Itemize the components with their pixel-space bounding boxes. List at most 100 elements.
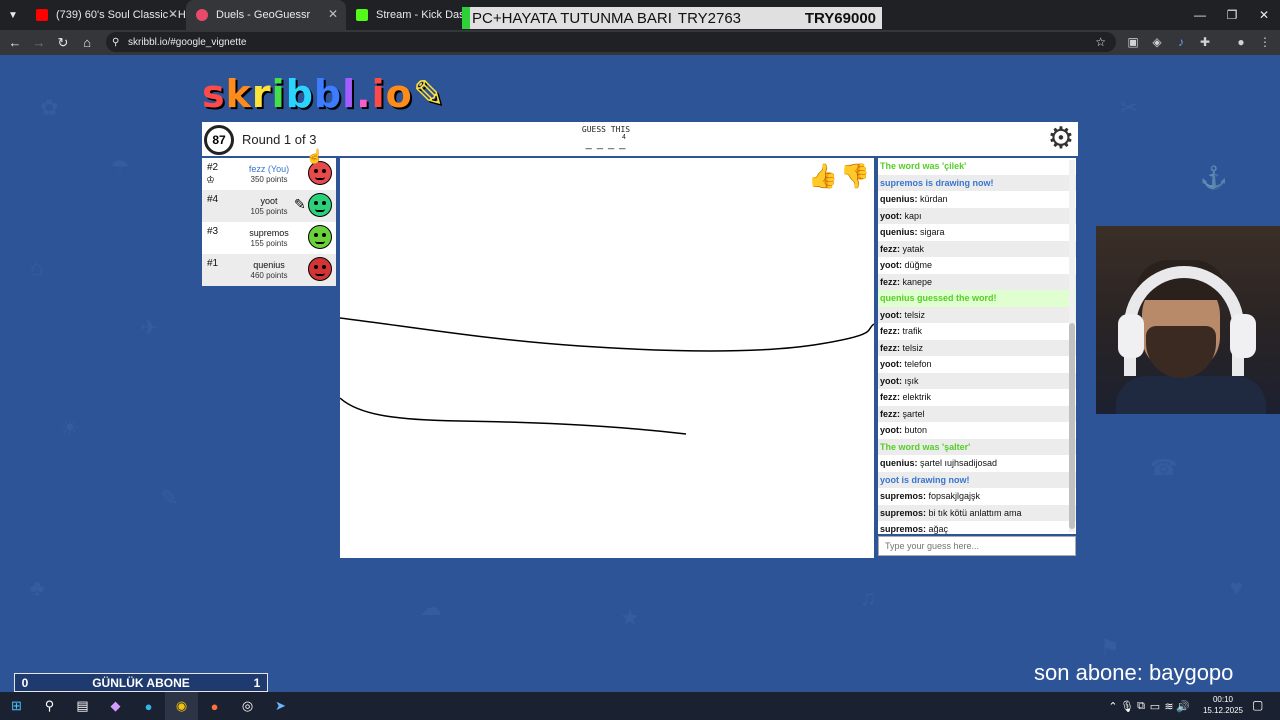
home-icon[interactable]: ⌂	[75, 30, 99, 55]
back-icon[interactable]: ←	[3, 30, 27, 55]
chat-username: quenius:	[880, 194, 918, 204]
chat-text: sigara	[917, 227, 945, 237]
clock-date: 15.12.2025	[1202, 706, 1244, 715]
drawing-canvas[interactable]	[339, 158, 875, 558]
chat-text: şartel	[900, 408, 925, 419]
thumbs-up-icon[interactable]: 👍	[808, 162, 838, 190]
steam-icon[interactable]: ➤	[264, 692, 297, 720]
headphone-ear-right	[1230, 314, 1256, 358]
guess-input[interactable]	[878, 536, 1076, 556]
extension-icon[interactable]: ▣	[1124, 33, 1142, 51]
bookmark-star-icon[interactable]: ☆	[1095, 35, 1106, 49]
player-points: 155 points	[250, 239, 288, 248]
chat-message: yoot: buton	[878, 422, 1076, 439]
subs-left-count: 0	[21, 675, 29, 690]
settings-gear-icon[interactable]: ⚙	[1046, 124, 1076, 154]
chat-username: fezz:	[880, 392, 900, 402]
kick-icon	[356, 9, 368, 21]
player-rank: #1	[207, 258, 219, 269]
chat-username: fezz:	[880, 276, 900, 287]
speaker-icon[interactable]: 🔊	[1176, 700, 1190, 713]
thumbs-down-icon[interactable]: 👎	[840, 162, 870, 190]
youtube-icon	[36, 9, 48, 21]
chat-username: quenius:	[880, 227, 918, 237]
profile-icon[interactable]: ●	[1232, 33, 1250, 51]
chat-scroll-thumb[interactable]	[1069, 323, 1075, 529]
battery-icon[interactable]: ▭	[1148, 700, 1162, 713]
subs-label: GÜNLÜK ABONE	[92, 675, 190, 690]
doodle-icon: ✎	[160, 485, 179, 510]
address-text: skribbl.io/#google_vignette	[128, 36, 247, 48]
skribbl-logo: skribbl.io✎	[202, 72, 446, 116]
edge-icon[interactable]: ●	[132, 692, 165, 720]
chat-message: quenius guessed the word!	[878, 290, 1076, 307]
chat-username: yoot:	[880, 260, 902, 270]
chat-message: supremos: ağaç	[878, 521, 1076, 534]
doodle-icon: ★	[620, 605, 640, 630]
mic-icon[interactable]: 🎙	[1120, 700, 1134, 713]
taskbar-clock[interactable]: 00:10 15.12.2025	[1200, 694, 1246, 716]
obs-icon[interactable]: ◎	[231, 692, 264, 720]
player-name: quenius	[253, 260, 285, 270]
site-info-icon[interactable]: ⚲	[112, 37, 119, 48]
chat-text: kapı	[902, 210, 922, 221]
doodle-icon: ♣	[30, 575, 45, 600]
player-rank: #3	[207, 226, 219, 237]
chat-message: supremos is drawing now!	[878, 174, 1076, 191]
network-icon[interactable]: ⧉	[1134, 700, 1148, 713]
chat-scrollbar[interactable]	[1069, 160, 1075, 532]
chat-message: quenius: kürdan	[878, 191, 1076, 208]
minimize-icon[interactable]: —	[1184, 0, 1216, 30]
tab-youtube[interactable]: (739) 60's Soul Classic - Hold O ✕	[26, 0, 186, 30]
chrome-icon[interactable]: ◉	[165, 692, 198, 720]
doodle-icon: ☁	[420, 595, 442, 620]
restore-icon[interactable]: ❐	[1216, 0, 1248, 30]
tab-geoguessr[interactable]: Duels - GeoGuessr ✕	[186, 0, 346, 30]
doodle-icon: ⚑	[1100, 635, 1120, 660]
task-view-icon[interactable]: ▤	[66, 692, 99, 720]
tab-search-icon[interactable]: ▼	[0, 0, 26, 30]
chat-message: fezz: telsiz	[878, 339, 1076, 356]
wifi-icon[interactable]: ≋	[1162, 700, 1176, 713]
chat-username: yoot:	[880, 309, 902, 320]
mouse-cursor-icon: ☝	[306, 148, 324, 164]
close-window-icon[interactable]: ✕	[1248, 0, 1280, 30]
doodle-icon: ⌂	[30, 255, 44, 280]
chat-username: yoot:	[880, 375, 902, 386]
extensions-puzzle-icon[interactable]: ✚	[1196, 33, 1214, 51]
chat-username: supremos:	[880, 524, 927, 534]
chat-text: kanepe	[900, 276, 933, 287]
player-avatar	[308, 257, 332, 281]
forward-icon[interactable]: →	[27, 30, 51, 55]
player-avatar	[308, 225, 332, 249]
reload-icon[interactable]: ↻	[51, 30, 75, 55]
menu-icon[interactable]: ⋮	[1256, 33, 1274, 51]
notification-icon[interactable]: ▢	[1252, 698, 1263, 712]
chat-text: yatak	[900, 243, 925, 254]
doodle-icon: ☀	[60, 415, 80, 440]
chat-username: yoot:	[880, 210, 902, 221]
chat-message: fezz: elektrik	[878, 389, 1076, 406]
close-tab-icon[interactable]: ✕	[168, 7, 178, 21]
chat-text: ağaç	[926, 524, 949, 534]
copilot-icon[interactable]: ◆	[99, 692, 132, 720]
shield-icon[interactable]: ◈	[1148, 33, 1166, 51]
search-icon[interactable]: ⚲	[33, 692, 66, 720]
timer-value: 87	[212, 133, 226, 147]
doodle-icon: ♥	[1230, 575, 1244, 600]
player-row[interactable]: #3 supremos 155 points	[202, 222, 336, 254]
chat-message: fezz: yatak	[878, 240, 1076, 257]
goal-target: TRY69000	[804, 9, 876, 27]
player-row[interactable]: #4 yoot 105 points ✎	[202, 190, 336, 222]
player-row[interactable]: #1 quenius 460 points	[202, 254, 336, 286]
player-name: fezz (You)	[248, 164, 290, 174]
chat-message: supremos: fopsakjlgajşk	[878, 488, 1076, 505]
tray-chevron-icon[interactable]: ⌃	[1106, 700, 1120, 713]
audio-icon[interactable]: ♪	[1172, 33, 1190, 51]
address-input[interactable]: ⚲ skribbl.io/#google_vignette ☆	[106, 32, 1116, 52]
windows-start-icon[interactable]: ⊞	[0, 692, 33, 720]
close-tab-icon[interactable]: ✕	[328, 7, 338, 21]
chat-username: quenius:	[880, 458, 918, 468]
firefox-icon[interactable]: ●	[198, 692, 231, 720]
chat-username: yoot:	[880, 359, 902, 369]
